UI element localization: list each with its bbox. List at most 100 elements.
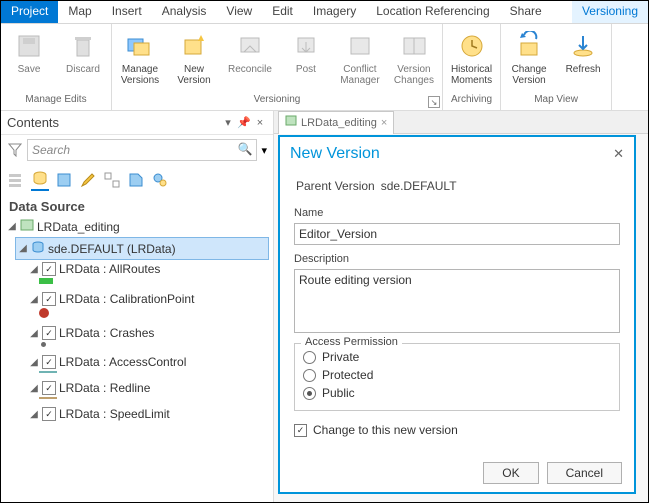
symbol-line-green	[39, 278, 53, 284]
new-version-dialog: New Version ✕ Parent Version sde.DEFAULT…	[278, 135, 636, 494]
access-permission-legend: Access Permission	[301, 336, 402, 348]
layer-checkbox[interactable]: ✓	[42, 326, 56, 340]
tree-default-version[interactable]: ◢ sde.DEFAULT (LRData)	[15, 237, 269, 260]
map-icon	[20, 218, 34, 235]
search-icon: 🔍	[238, 142, 253, 156]
search-placeholder: Search	[32, 143, 70, 157]
conflict-manager-icon	[344, 30, 376, 62]
document-tab-lrdata[interactable]: LRData_editing ×	[278, 111, 394, 134]
contents-header: Contents ▾ 📌 ×	[1, 111, 273, 135]
layer-label: LRData : CalibrationPoint	[59, 292, 194, 306]
ribbon-group-label-map-view: Map View	[503, 92, 609, 110]
description-input[interactable]: Route editing version	[294, 269, 620, 333]
toc-selection-icon[interactable]	[55, 171, 73, 189]
contents-menu-icon[interactable]: ▾	[221, 116, 235, 130]
expand-icon[interactable]: ◢	[18, 243, 28, 254]
cancel-button[interactable]: Cancel	[547, 462, 622, 484]
menu-tab-map[interactable]: Map	[58, 1, 101, 23]
dialog-close-button[interactable]: ✕	[613, 146, 624, 162]
change-version-button[interactable]: Change Version	[503, 26, 555, 92]
menu-tab-edit[interactable]: Edit	[262, 1, 303, 23]
radio-label: Protected	[322, 368, 373, 382]
expand-icon[interactable]: ◢	[29, 357, 39, 368]
toc-perspective-icon[interactable]	[151, 171, 169, 189]
expand-icon[interactable]: ◢	[29, 328, 39, 339]
post-button[interactable]: Post	[280, 26, 332, 92]
data-source-header: Data Source	[1, 195, 273, 216]
name-input[interactable]: Editor_Version	[294, 223, 620, 245]
contents-close-icon[interactable]: ×	[253, 116, 267, 130]
menu-tab-insert[interactable]: Insert	[102, 1, 152, 23]
reconcile-button[interactable]: Reconcile	[222, 26, 278, 92]
toc-snapping-icon[interactable]	[103, 171, 121, 189]
refresh-button[interactable]: Refresh	[557, 26, 609, 92]
layer-checkbox[interactable]: ✓	[42, 407, 56, 421]
ribbon-group-label-versioning: Versioning	[114, 92, 440, 110]
historical-moments-button[interactable]: Historical Moments	[445, 26, 498, 92]
tree-root[interactable]: ◢ LRData_editing	[5, 216, 269, 237]
layer-accesscontrol[interactable]: ◢✓LRData : AccessControl	[27, 353, 269, 371]
layer-speedlimit[interactable]: ◢✓LRData : SpeedLimit	[27, 405, 269, 423]
radio-public[interactable]: Public	[303, 384, 611, 402]
discard-icon	[67, 30, 99, 62]
contents-pin-icon[interactable]: 📌	[237, 116, 251, 130]
versioning-dialog-launcher[interactable]: ↘	[428, 96, 440, 108]
expand-icon[interactable]: ◢	[29, 383, 39, 394]
conflict-manager-button[interactable]: Conflict Manager	[334, 26, 386, 92]
ribbon-group-archiving: Historical Moments Archiving	[443, 24, 501, 110]
toc-edit-icon[interactable]	[79, 171, 97, 189]
layer-label: LRData : SpeedLimit	[59, 407, 170, 421]
layer-checkbox[interactable]: ✓	[42, 292, 56, 306]
menu-tab-project[interactable]: Project	[1, 1, 58, 23]
toc-datasource-icon[interactable]	[31, 169, 49, 191]
menu-tab-location-referencing[interactable]: Location Referencing	[366, 1, 499, 23]
manage-versions-button[interactable]: Manage Versions	[114, 26, 166, 92]
expand-icon[interactable]: ◢	[7, 221, 17, 232]
expand-icon[interactable]: ◢	[29, 409, 39, 420]
layer-redline[interactable]: ◢✓LRData : Redline	[27, 379, 269, 397]
close-icon[interactable]: ×	[381, 117, 387, 129]
layer-calibrationpoint[interactable]: ◢✓LRData : CalibrationPoint	[27, 290, 269, 308]
menu-tab-imagery[interactable]: Imagery	[303, 1, 366, 23]
expand-icon[interactable]: ◢	[29, 294, 39, 305]
toc-toolbar	[1, 165, 273, 195]
symbol-point-small	[41, 342, 46, 347]
menu-tab-share[interactable]: Share	[500, 1, 552, 23]
change-to-version-checkbox[interactable]: ✓ Change to this new version	[294, 421, 620, 439]
radio-protected[interactable]: Protected	[303, 366, 611, 384]
filter-icon[interactable]	[7, 142, 23, 158]
root-label: LRData_editing	[37, 220, 120, 234]
ok-button[interactable]: OK	[483, 462, 538, 484]
search-input[interactable]: Search 🔍	[27, 139, 257, 161]
layer-label: LRData : AllRoutes	[59, 262, 160, 276]
layer-allroutes[interactable]: ◢✓LRData : AllRoutes	[27, 260, 269, 278]
ribbon: Save Discard Manage Edits Manage Version…	[1, 24, 648, 111]
geodatabase-icon	[31, 240, 45, 257]
save-button[interactable]: Save	[3, 26, 55, 92]
layer-checkbox[interactable]: ✓	[42, 262, 56, 276]
toc-label-icon[interactable]	[127, 171, 145, 189]
reconcile-icon	[234, 30, 266, 62]
change-version-icon	[513, 30, 545, 62]
menu-tab-view[interactable]: View	[216, 1, 262, 23]
name-label: Name	[294, 207, 620, 219]
ribbon-group-versioning: Manage Versions New Version Reconcile Po…	[112, 24, 443, 110]
access-permission-fieldset: Access Permission Private Protected Publ…	[294, 343, 620, 411]
symbol-point-red	[39, 308, 49, 318]
parent-version-value: sde.DEFAULT	[381, 179, 457, 193]
version-changes-button[interactable]: Version Changes	[388, 26, 440, 92]
radio-private[interactable]: Private	[303, 348, 611, 366]
document-tab-label: LRData_editing	[301, 117, 377, 129]
new-version-button[interactable]: New Version	[168, 26, 220, 92]
layer-checkbox[interactable]: ✓	[42, 355, 56, 369]
layer-crashes[interactable]: ◢✓LRData : Crashes	[27, 324, 269, 342]
expand-icon[interactable]: ◢	[29, 264, 39, 275]
discard-button[interactable]: Discard	[57, 26, 109, 92]
toc-draworder-icon[interactable]	[7, 171, 25, 189]
menu-tab-versioning[interactable]: Versioning	[572, 1, 648, 23]
layer-checkbox[interactable]: ✓	[42, 381, 56, 395]
post-icon	[290, 30, 322, 62]
radio-icon	[303, 369, 316, 382]
menu-tab-analysis[interactable]: Analysis	[152, 1, 217, 23]
search-dropdown-icon[interactable]: ▾	[261, 144, 267, 157]
